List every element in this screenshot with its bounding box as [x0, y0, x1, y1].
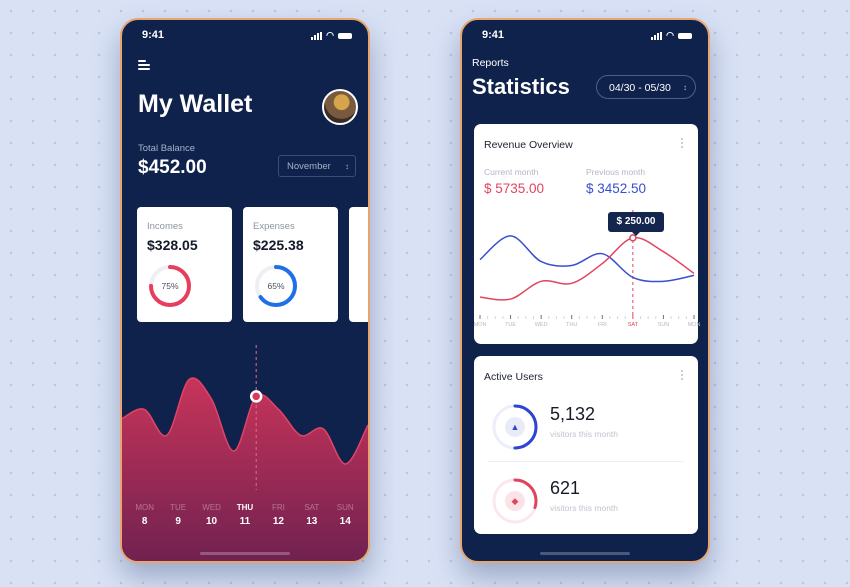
chevron-updown-icon: ↕ [683, 83, 687, 92]
selected-point [249, 390, 263, 403]
donut-percent: 65% [267, 281, 285, 291]
day-name: FRI [271, 503, 285, 512]
home-indicator [540, 552, 630, 555]
day-date: 9 [175, 516, 181, 527]
signal-icon [651, 31, 663, 40]
date-range-value: 04/30 - 05/30 [609, 82, 671, 94]
value-tooltip: $ 250.00 [608, 212, 664, 236]
x-tick-label: WED [534, 322, 548, 328]
card-value: $225.38 [253, 237, 304, 253]
card-title: Active Users [484, 371, 543, 383]
user-stat-row: ▲ 5,132 visitors this month [488, 400, 684, 454]
x-axis-labels: MON TUE WED THU FRI SAT SUN MON [473, 322, 701, 332]
total-balance-value: $452.00 [138, 157, 207, 178]
day-date: 10 [205, 516, 218, 527]
day-item-tue[interactable]: TUE 9 [163, 503, 193, 527]
x-tick-label: MON [687, 322, 701, 328]
revenue-overview-card: Revenue Overview Current month $ 5735.00… [473, 124, 701, 344]
card-label: Incomes [147, 221, 183, 232]
page-title: Statistics [472, 74, 570, 99]
breadcrumb: Reports [472, 57, 509, 69]
day-item-sat[interactable]: SAT 13 [297, 503, 327, 527]
avatar[interactable] [322, 89, 358, 125]
day-item-thu[interactable]: THU 11 [230, 503, 260, 527]
day-name: SUN [336, 503, 354, 512]
day-item-sun[interactable]: SUN 14 [330, 503, 360, 527]
month-select[interactable]: November ↕ [278, 155, 356, 177]
incomes-card[interactable]: Incomes $328.05 75% [137, 207, 232, 322]
wallet-area-chart [122, 345, 368, 561]
tag-icon: ◆ [505, 491, 525, 511]
status-time: 9:41 [482, 29, 505, 41]
user-count-label: visitors this month [550, 429, 619, 439]
home-indicator [200, 552, 290, 555]
series-current-month [479, 236, 695, 301]
total-balance-label: Total Balance [138, 143, 196, 154]
day-name: WED [202, 503, 221, 512]
day-item-mon[interactable]: MON 8 [130, 503, 160, 527]
day-selector: MON 8 TUE 9 WED 10 THU 11 FRI 12 SAT 13 SUN 14 [122, 503, 368, 527]
date-range-picker[interactable]: 04/30 - 05/30 ↕ [596, 75, 696, 99]
status-bar: 9:41 ◠ [142, 29, 352, 43]
wallet-screen: 9:41 ◠ My Wallet Total Balance $452.00 N… [120, 18, 370, 563]
user-icon: ▲ [505, 417, 525, 437]
card-value: $328.05 [147, 237, 198, 253]
wallet-area [122, 378, 368, 561]
x-tick-label: TUE [505, 322, 517, 328]
previous-month-value: $ 3452.50 [586, 181, 647, 196]
day-item-wed[interactable]: WED 10 [197, 503, 227, 527]
day-date: 13 [306, 516, 318, 527]
day-name: TUE [170, 503, 187, 512]
x-tick-label: SUN [657, 322, 670, 328]
chevron-updown-icon: ↕ [345, 162, 349, 171]
user-count: 621 [550, 478, 581, 498]
day-name: THU [236, 503, 254, 512]
menu-icon[interactable] [138, 60, 150, 71]
previous-month-label: Previous month [586, 167, 646, 177]
revenue-line-chart [479, 210, 695, 319]
status-time: 9:41 [142, 29, 165, 41]
card-label: Expenses [253, 221, 295, 232]
user-stat-row: ◆ 621 visitors this month [488, 474, 684, 528]
day-date: 8 [141, 516, 148, 527]
current-month-value: $ 5735.00 [484, 181, 545, 196]
x-tick-label: MON [473, 322, 487, 328]
partial-card[interactable] [349, 207, 368, 322]
user-count: 5,132 [550, 404, 596, 424]
status-bar: 9:41 ◠ [482, 29, 692, 43]
wifi-icon: ◠ [326, 30, 334, 40]
expenses-card[interactable]: Expenses $225.38 65% [243, 207, 338, 322]
divider [488, 461, 684, 462]
user-count-label: visitors this month [550, 503, 619, 513]
x-tick-label: THU [566, 322, 578, 328]
month-select-value: November [287, 161, 331, 172]
card-title: Revenue Overview [484, 139, 573, 151]
x-tick-label: FRI [597, 322, 607, 328]
day-item-fri[interactable]: FRI 12 [263, 503, 293, 527]
day-date: 11 [239, 516, 251, 527]
statistics-screen: 9:41 ◠ Reports Statistics 04/30 - 05/30 … [460, 18, 710, 563]
wifi-icon: ◠ [666, 30, 674, 40]
x-tick-label: SAT [627, 322, 638, 328]
signal-icon [311, 31, 323, 40]
day-name: SAT [304, 503, 320, 512]
day-date: 14 [339, 516, 351, 527]
day-date: 12 [272, 516, 284, 527]
more-options-icon[interactable] [681, 370, 684, 382]
battery-icon [678, 32, 692, 39]
more-options-icon[interactable] [681, 138, 684, 150]
donut-percent: 75% [161, 281, 179, 291]
battery-icon [338, 32, 352, 39]
current-month-label: Current month [484, 167, 539, 177]
page-title: My Wallet [138, 90, 253, 118]
day-name: MON [135, 503, 155, 512]
active-users-card: Active Users ▲ 5,132 visitors this month… [474, 356, 698, 534]
